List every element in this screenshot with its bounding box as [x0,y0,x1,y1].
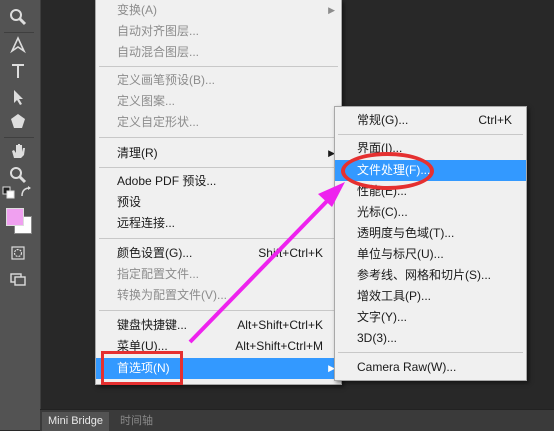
submenu-arrow-icon: ▶ [328,5,335,15]
menu-item-transform[interactable]: 变换(A) ▶ [96,0,341,21]
menu-separator [99,137,338,138]
menu-separator [338,134,523,135]
tools-panel [0,0,41,430]
type-tool-icon[interactable] [6,60,30,82]
submenu-item-transparency[interactable]: 透明度与色域(T)... [335,223,526,244]
default-colors-icon[interactable] [2,186,16,200]
shape-tool-icon[interactable] [6,110,30,132]
hand-tool-icon[interactable] [6,140,30,162]
submenu-item-units-rulers[interactable]: 单位与标尺(U)... [335,244,526,265]
menu-item-presets[interactable]: 预设 [96,192,341,213]
menu-item-assign-profile[interactable]: 指定配置文件... [96,264,341,285]
menu-separator [338,352,523,353]
menu-item-define-shape[interactable]: 定义自定形状... [96,112,341,133]
foreground-color-swatch[interactable] [6,208,24,226]
screen-mode-icon[interactable] [6,268,30,290]
quick-mask-icon[interactable] [6,242,30,264]
menu-item-color-settings[interactable]: 颜色设置(G)... Shift+Ctrl+K [96,243,341,264]
submenu-item-type[interactable]: 文字(Y)... [335,307,526,328]
submenu-item-plugins[interactable]: 增效工具(P)... [335,286,526,307]
submenu-item-cursors[interactable]: 光标(C)... [335,202,526,223]
zoom-tool-icon[interactable] [6,164,30,186]
menu-item-convert-profile[interactable]: 转换为配置文件(V)... [96,285,341,306]
highlight-ellipse-file-handling [341,152,434,190]
menu-item-purge[interactable]: 清理(R) ▶ [96,143,341,164]
submenu-item-camera-raw[interactable]: Camera Raw(W)... [335,357,526,378]
edit-menu: 变换(A) ▶ 自动对齐图层... 自动混合图层... 定义画笔预设(B)... … [95,0,342,385]
bottom-panel: Mini Bridge 时间轴 [40,409,554,431]
menu-separator [99,310,338,311]
menu-separator [99,167,338,168]
menu-item-auto-blend-layers[interactable]: 自动混合图层... [96,42,341,63]
menu-item-keyboard-shortcuts[interactable]: 键盘快捷键... Alt+Shift+Ctrl+K [96,315,341,336]
swap-colors-icon[interactable] [20,186,34,200]
magnifier-icon[interactable] [6,6,30,28]
menu-item-define-pattern[interactable]: 定义图案... [96,91,341,112]
menu-item-remote-connections[interactable]: 远程连接... [96,213,341,234]
menu-separator [99,66,338,67]
submenu-item-guides-grid[interactable]: 参考线、网格和切片(S)... [335,265,526,286]
path-selection-icon[interactable] [6,86,30,108]
menu-separator [99,238,338,239]
preferences-submenu: 常规(G)... Ctrl+K 界面(I)... 文件处理(F)... 性能(E)… [334,106,527,381]
tab-mini-bridge[interactable]: Mini Bridge [42,412,110,431]
menu-item-auto-align-layers[interactable]: 自动对齐图层... [96,21,341,42]
tab-timeline[interactable]: 时间轴 [114,412,159,431]
pen-tool-icon[interactable] [6,34,30,56]
submenu-item-3d[interactable]: 3D(3)... [335,328,526,349]
highlight-box-preferences [101,351,183,385]
submenu-item-general[interactable]: 常规(G)... Ctrl+K [335,110,526,131]
menu-item-pdf-presets[interactable]: Adobe PDF 预设... [96,171,341,192]
menu-item-define-brush[interactable]: 定义画笔预设(B)... [96,70,341,91]
